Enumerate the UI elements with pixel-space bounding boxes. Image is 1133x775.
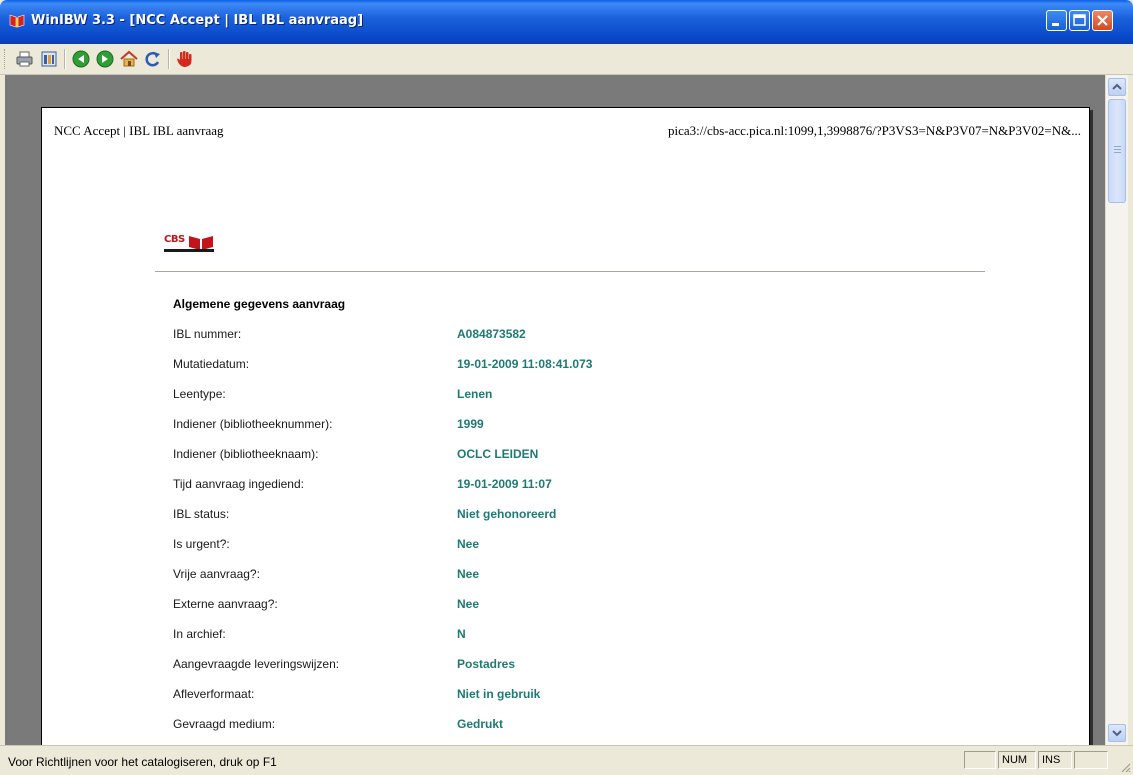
field-value: 19-01-2009 11:08:41.073 xyxy=(457,357,593,371)
refresh-button[interactable] xyxy=(142,49,164,69)
status-bar: Voor Richtlijnen voor het catalogiseren,… xyxy=(0,745,1133,775)
field-value: 19-01-2009 11:07 xyxy=(457,477,552,491)
toolbar-grip[interactable] xyxy=(4,49,8,69)
field-value: Nee xyxy=(457,567,480,581)
field-label: Indiener (bibliotheeknummer): xyxy=(173,417,333,431)
stop-button[interactable] xyxy=(174,49,196,69)
field-value: Niet gehonoreerd xyxy=(457,507,557,521)
field-label: Aangevraagde leveringswijzen: xyxy=(173,657,340,671)
close-button[interactable] xyxy=(1092,10,1113,31)
field-label: Indiener (bibliotheeknaam): xyxy=(173,447,319,461)
scroll-up-button[interactable] xyxy=(1108,78,1126,96)
divider xyxy=(155,271,985,272)
status-ins: INS xyxy=(1038,751,1072,769)
field-label: Tijd aanvraag ingediend: xyxy=(173,477,304,491)
field-label: Externe aanvraag?: xyxy=(173,597,278,611)
maximize-button[interactable] xyxy=(1069,10,1090,31)
back-button[interactable] xyxy=(70,49,92,69)
page-header-title: NCC Accept | IBL IBL aanvraag xyxy=(54,123,224,138)
toolbar-separator xyxy=(168,49,170,69)
field-value: Niet in gebruik xyxy=(457,687,541,701)
chevron-up-icon xyxy=(1112,83,1122,90)
thumb-grip xyxy=(1114,152,1121,153)
vertical-scrollbar[interactable] xyxy=(1105,75,1128,745)
logo-book-icon xyxy=(189,236,213,250)
print-icon xyxy=(16,51,33,67)
status-num: NUM xyxy=(998,751,1036,769)
field-value: Gedrukt xyxy=(457,717,504,731)
status-panel-empty xyxy=(1074,751,1108,769)
stop-hand-icon xyxy=(177,51,192,67)
field-label: Leentype: xyxy=(173,387,226,401)
minimize-button[interactable] xyxy=(1046,10,1067,31)
status-panel-empty xyxy=(964,751,996,769)
title-bar[interactable]: WinIBW 3.3 - [NCC Accept | IBL IBL aanvr… xyxy=(0,0,1133,44)
scroll-thumb[interactable] xyxy=(1108,99,1126,203)
field-value: Postadres xyxy=(457,657,516,671)
settings-icon xyxy=(41,51,57,67)
home-button[interactable] xyxy=(118,49,140,69)
toolbar xyxy=(0,44,1133,75)
toolbar-separator xyxy=(64,49,66,69)
field-label: Afleverformaat: xyxy=(173,687,255,701)
scroll-down-button[interactable] xyxy=(1108,724,1126,742)
field-label: IBL status: xyxy=(173,507,230,521)
cbs-logo: CBS xyxy=(164,234,224,256)
field-label: IBL nummer: xyxy=(173,327,242,341)
minimize-icon xyxy=(1052,23,1059,26)
field-label: Vrije aanvraag?: xyxy=(173,567,260,581)
field-value: OCLC LEIDEN xyxy=(457,447,539,461)
field-value: 1999 xyxy=(457,417,484,431)
status-message: Voor Richtlijnen voor het catalogiseren,… xyxy=(8,755,277,769)
field-value: Nee xyxy=(457,537,480,551)
window-title: WinIBW 3.3 - [NCC Accept | IBL IBL aanvr… xyxy=(31,13,364,28)
field-label: Gevraagd medium: xyxy=(173,717,276,731)
maximize-icon xyxy=(1073,14,1086,26)
page-header-url: pica3://cbs-acc.pica.nl:1099,1,3998876/?… xyxy=(667,123,1081,138)
field-label: In archief: xyxy=(173,627,226,641)
field-value: N xyxy=(457,627,466,641)
document-page: NCC Accept | IBL IBL aanvraag pica3://cb… xyxy=(41,107,1090,745)
resize-grip-icon[interactable] xyxy=(1119,761,1131,773)
home-icon xyxy=(120,50,138,67)
field-value: Nee xyxy=(457,597,480,611)
back-icon xyxy=(72,50,90,68)
field-label: Is urgent?: xyxy=(173,537,230,551)
close-icon xyxy=(1097,15,1108,26)
chevron-down-icon xyxy=(1112,730,1122,737)
field-label: Mutatiedatum: xyxy=(173,357,250,371)
logo-underline xyxy=(164,249,214,252)
forward-button[interactable] xyxy=(94,49,116,69)
print-button[interactable] xyxy=(14,49,36,69)
thumb-grip xyxy=(1114,149,1121,150)
thumb-grip xyxy=(1114,146,1121,147)
app-book-icon xyxy=(9,14,25,28)
document-viewport[interactable]: NCC Accept | IBL IBL aanvraag pica3://cb… xyxy=(5,75,1105,745)
forward-icon xyxy=(96,50,114,68)
section-title: Algemene gegevens aanvraag xyxy=(173,297,346,311)
field-value: A084873582 xyxy=(457,327,526,341)
field-value: Lenen xyxy=(457,387,493,401)
refresh-icon xyxy=(145,51,160,67)
logo-text: CBS xyxy=(164,234,185,245)
settings-button[interactable] xyxy=(38,49,60,69)
